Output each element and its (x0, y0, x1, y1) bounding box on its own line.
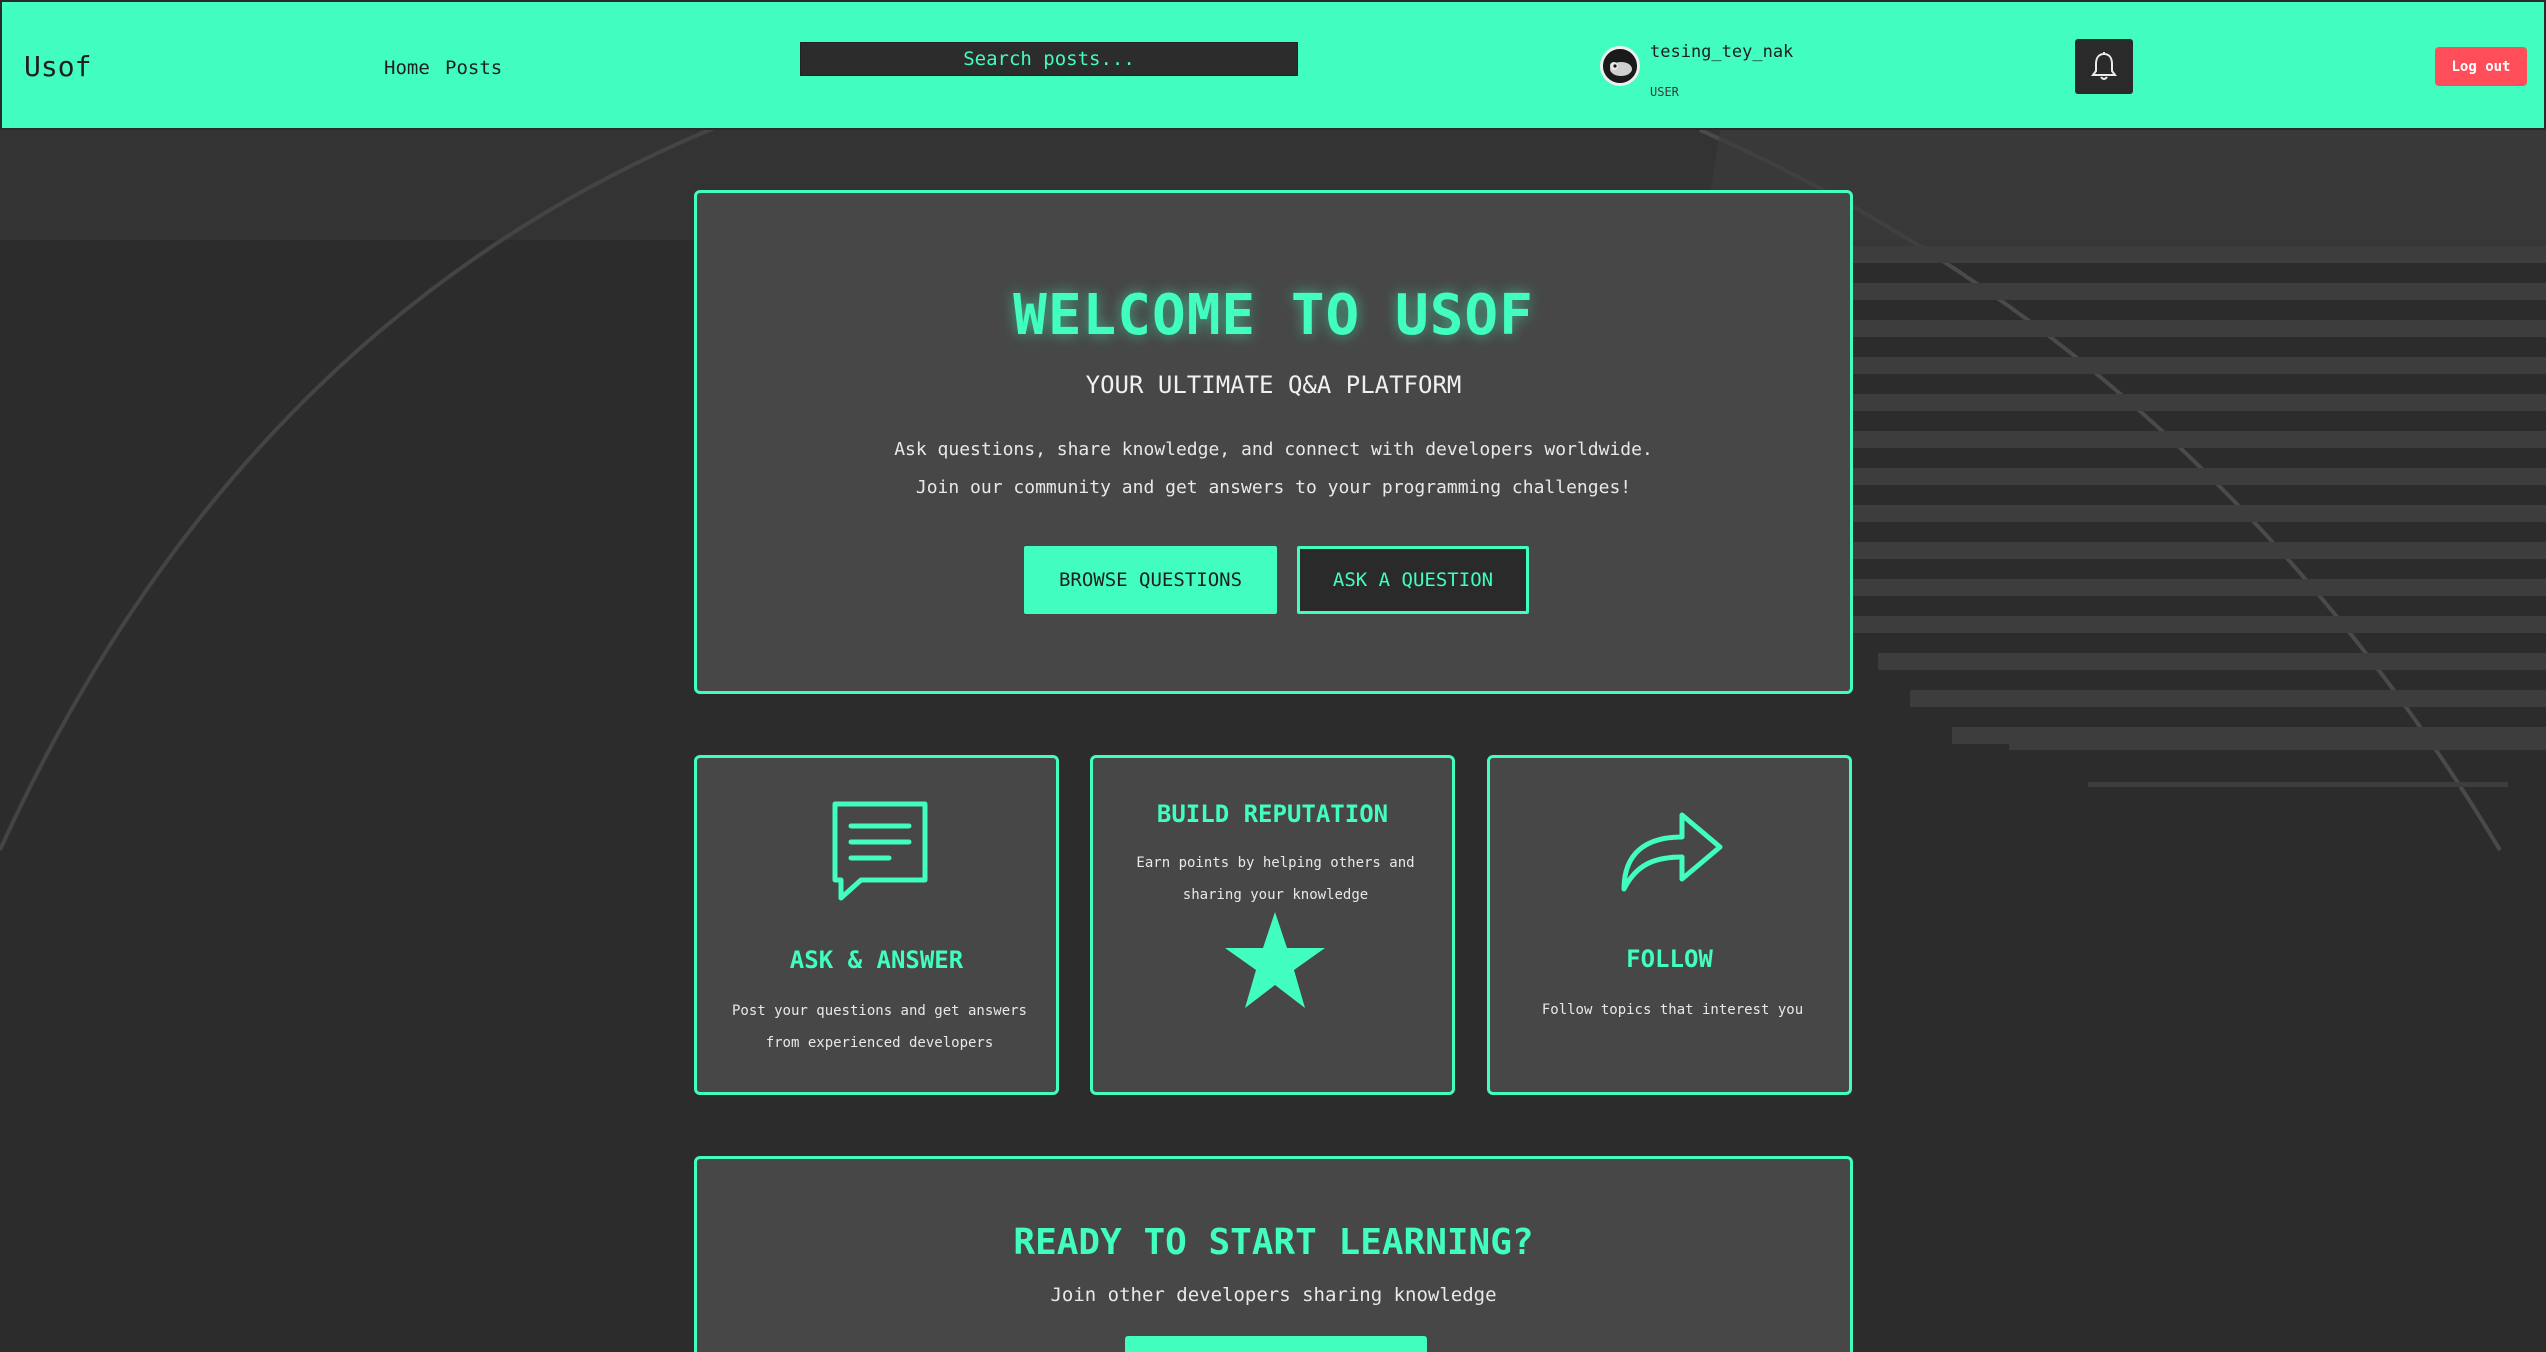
user-avatar[interactable] (1600, 46, 1640, 86)
page: Usof Home Posts tesing_tey_nak USER Log … (0, 0, 2546, 1352)
welcome-hero-card: WELCOME TO USOF YOUR ULTIMATE Q&A PLATFO… (694, 190, 1853, 694)
cta-button[interactable] (1125, 1336, 1427, 1352)
feature-text: Earn points by helping others and sharin… (1136, 855, 1415, 903)
feature-title: ASK & ANSWER (789, 946, 964, 974)
browse-questions-button[interactable]: BROWSE QUESTIONS (1024, 546, 1277, 614)
star-icon (1225, 912, 1325, 1008)
site-logo[interactable]: Usof (24, 50, 91, 83)
feature-card-follow: FOLLOW Follow topics that interest you (1487, 755, 1852, 1095)
user-name[interactable]: tesing_tey_nak (1650, 42, 1793, 62)
hero-title: WELCOME TO USOF (1013, 283, 1534, 348)
feature-text: Post your questions and get answers from… (731, 1003, 1027, 1051)
hero-description: Ask questions, share knowledge, and conn… (894, 439, 1653, 498)
cta-card: READY TO START LEARNING? Join other deve… (694, 1156, 1853, 1352)
hero-subtitle: YOUR ULTIMATE Q&A PLATFORM (1085, 371, 1462, 399)
search-input[interactable] (800, 42, 1298, 76)
feature-text: Follow topics that interest you (1541, 1002, 1804, 1018)
feature-title: FOLLOW (1626, 945, 1713, 973)
top-navbar: Usof Home Posts tesing_tey_nak USER Log … (0, 0, 2546, 130)
feature-title: BUILD REPUTATION (1156, 800, 1389, 828)
notifications-button[interactable] (2075, 39, 2133, 94)
ask-question-button[interactable]: ASK A QUESTION (1297, 546, 1529, 614)
nav-home-link[interactable]: Home (384, 57, 430, 79)
feature-card-build-reputation: BUILD REPUTATION Earn points by helping … (1090, 755, 1455, 1095)
nav-posts-link[interactable]: Posts (445, 57, 502, 79)
share-arrow-icon (1621, 812, 1723, 892)
cta-title: READY TO START LEARNING? (1013, 1222, 1534, 1263)
logout-button[interactable]: Log out (2435, 47, 2527, 86)
user-role-label: USER (1650, 85, 1679, 99)
bell-icon (2091, 51, 2117, 80)
cta-subtitle: Join other developers sharing knowledge (1050, 1284, 1497, 1306)
feature-card-ask-answer: ASK & ANSWER Post your questions and get… (694, 755, 1059, 1095)
chat-bubble-icon (832, 801, 928, 901)
avatar-image (1603, 49, 1637, 83)
